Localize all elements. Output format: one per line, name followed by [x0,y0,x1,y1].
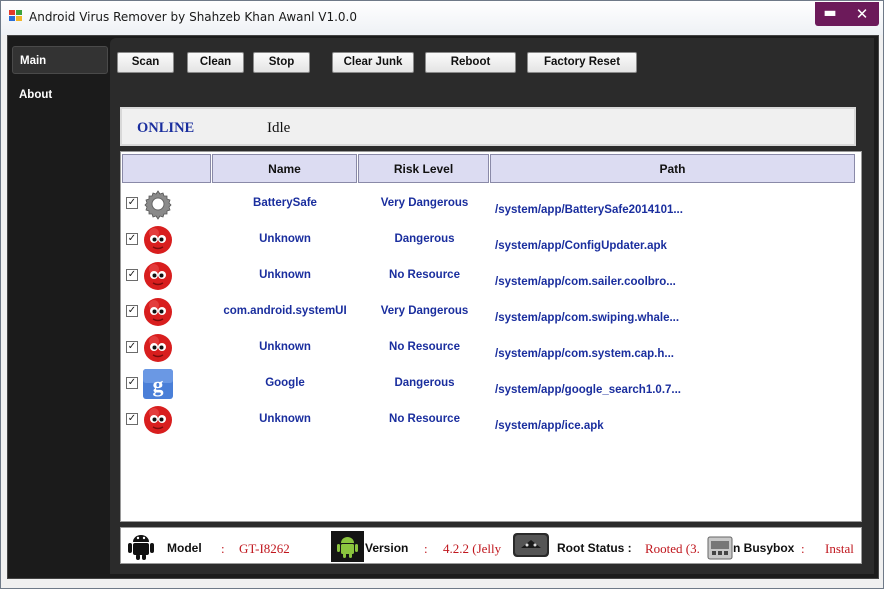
status-panel: ONLINE Idle [120,107,856,146]
row-checkbox[interactable]: ✓ [126,305,138,317]
version-value: 4.2.2 (Jelly [443,541,502,556]
column-header-path[interactable]: Path [490,154,855,183]
main-frame: Main About Scan Clean Stop Clear Junk Re… [7,35,879,579]
threat-table: Name Risk Level Path ✓ BatterySafe Very Da… [120,151,862,522]
title-bar[interactable]: Android Virus Remover by Shahzeb Khan Aw… [1,1,883,35]
rooted-android-icon [512,530,550,563]
row-name: BatterySafe [253,197,317,209]
row-checkbox[interactable]: ✓ [126,413,138,425]
busybox-value: Instal [825,541,854,556]
factory-reset-button[interactable]: Factory Reset [527,52,637,73]
row-path: /system/app/BatterySafe2014101... [495,204,683,216]
scan-button[interactable]: Scan [117,52,174,73]
row-checkbox[interactable]: ✓ [126,377,138,389]
row-risk-level: No Resource [389,413,460,425]
window-title: Android Virus Remover by Shahzeb Khan Aw… [29,10,358,24]
model-value: GT-I8262 [239,541,290,556]
scan-state: Idle [267,120,291,136]
connection-status: ONLINE [137,120,195,136]
row-name: com.android.systemUI [223,305,347,317]
row-path: /system/app/com.swiping.whale... [495,312,680,324]
row-name: Unknown [259,233,311,245]
column-header-risk[interactable]: Risk Level [358,154,489,183]
version-label: Version [365,541,409,555]
model-separator: : [221,541,225,556]
busybox-label: n Busybox [733,541,795,555]
version-separator: : [424,541,428,556]
row-risk-level: Very Dangerous [380,305,469,317]
row-checkbox[interactable]: ✓ [126,269,138,281]
red-virus-icon [142,404,174,436]
column-header-select[interactable] [122,154,211,183]
table-row[interactable]: ✓ g Google Dangerous/system/app/google_sear… [121,366,861,402]
row-checkbox[interactable]: ✓ [126,341,138,353]
root-status-label: Root Status : [557,541,632,555]
device-info-bar: Model : GT-I8262 Version : 4.2.2 (Jelly … [120,527,862,564]
row-name: Google [265,377,305,389]
row-risk-level: Very Dangerous [380,197,469,209]
stop-button[interactable]: Stop [253,52,310,73]
table-row[interactable]: ✓ Unknown No Resource/system/app/com.syste… [121,330,861,366]
table-row[interactable]: ✓ Unknown Dangerous/system/app/ConfigUpdat… [121,222,861,258]
row-risk-level: No Resource [389,341,460,353]
row-checkbox[interactable]: ✓ [126,233,138,245]
table-row[interactable]: ✓ BatterySafe Very Dangerous/system/app/Ba… [121,186,861,222]
row-risk-level: Dangerous [394,233,455,245]
app-window: Android Virus Remover by Shahzeb Khan Aw… [0,0,884,589]
close-button[interactable]: ✕ [845,2,879,26]
android-version-icon [331,531,364,563]
clear-junk-button[interactable]: Clear Junk [332,52,414,73]
sidebar-item-about[interactable]: About [12,81,108,109]
red-virus-icon [142,224,174,256]
sidebar: Main About [8,36,108,578]
row-path: /system/app/com.sailer.coolbro... [495,276,676,288]
red-virus-icon [142,332,174,364]
row-name: Unknown [259,413,311,425]
row-name: Unknown [259,269,311,281]
clean-button[interactable]: Clean [187,52,244,73]
gear-icon [142,188,174,220]
row-checkbox[interactable]: ✓ [126,197,138,209]
reboot-button[interactable]: Reboot [425,52,516,73]
table-row[interactable]: ✓ Unknown No Resource/system/app/com.saile… [121,258,861,294]
row-path: /system/app/com.system.cap.h... [495,348,674,360]
minimize-button[interactable]: ▬ [815,2,845,26]
row-path: /system/app/ConfigUpdater.apk [495,240,667,252]
busybox-separator: : [801,541,805,556]
android-robot-icon [125,531,157,563]
sidebar-item-main[interactable]: Main [12,46,108,74]
table-row[interactable]: ✓ Unknown No Resource/system/app/ice.apk [121,402,861,438]
row-name: Unknown [259,341,311,353]
google-icon: g [142,368,174,400]
model-label: Model [167,541,202,555]
red-virus-icon [142,260,174,292]
content-panel: Scan Clean Stop Clear Junk Reboot Factor… [110,38,874,574]
svg-text:g: g [153,372,164,397]
row-path: /system/app/ice.apk [495,420,604,432]
row-risk-level: No Resource [389,269,460,281]
root-status-value: Rooted (3. [645,541,700,556]
sidebar-item-label: About [19,89,53,101]
sidebar-item-label: Main [20,55,47,67]
busybox-icon [706,533,734,563]
row-path: /system/app/google_search1.0.7... [495,384,681,396]
row-risk-level: Dangerous [394,377,455,389]
app-logo-icon [9,10,23,22]
table-row[interactable]: ✓ com.android.systemUI Very Dangerous/syst… [121,294,861,330]
red-virus-icon [142,296,174,328]
column-header-name[interactable]: Name [212,154,357,183]
